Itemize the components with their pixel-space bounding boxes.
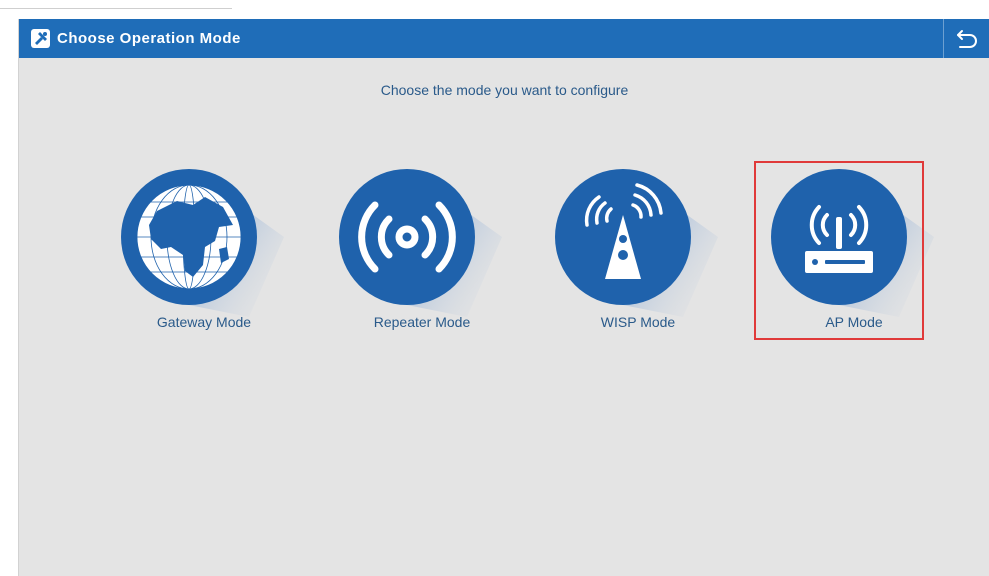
operation-mode-panel: Choose Operation Mode Choose the mode yo… xyxy=(18,19,989,576)
router-icon xyxy=(771,169,934,317)
gateway-mode-label: Gateway Mode xyxy=(156,314,252,330)
repeater-mode-label: Repeater Mode xyxy=(373,314,471,330)
wisp-mode-label: WISP Mode xyxy=(600,314,676,330)
wisp-mode-option[interactable]: WISP Mode xyxy=(553,167,763,347)
page-title: Choose Operation Mode xyxy=(57,30,241,47)
wizard-icon xyxy=(31,29,50,48)
wireless-waves-icon xyxy=(339,169,502,317)
ap-mode-label: AP Mode xyxy=(825,314,883,330)
panel-header: Choose Operation Mode xyxy=(19,19,989,58)
back-button[interactable] xyxy=(944,19,989,58)
browser-tab-strip xyxy=(0,0,232,9)
antenna-tower-icon xyxy=(555,169,718,317)
globe-icon xyxy=(121,169,284,317)
gateway-mode-option[interactable]: Gateway Mode xyxy=(119,167,329,347)
ap-mode-option[interactable]: AP Mode xyxy=(769,167,979,347)
back-arrow-icon xyxy=(957,30,977,48)
repeater-mode-option[interactable]: Repeater Mode xyxy=(337,167,547,347)
instruction-text: Choose the mode you want to configure xyxy=(380,82,629,98)
